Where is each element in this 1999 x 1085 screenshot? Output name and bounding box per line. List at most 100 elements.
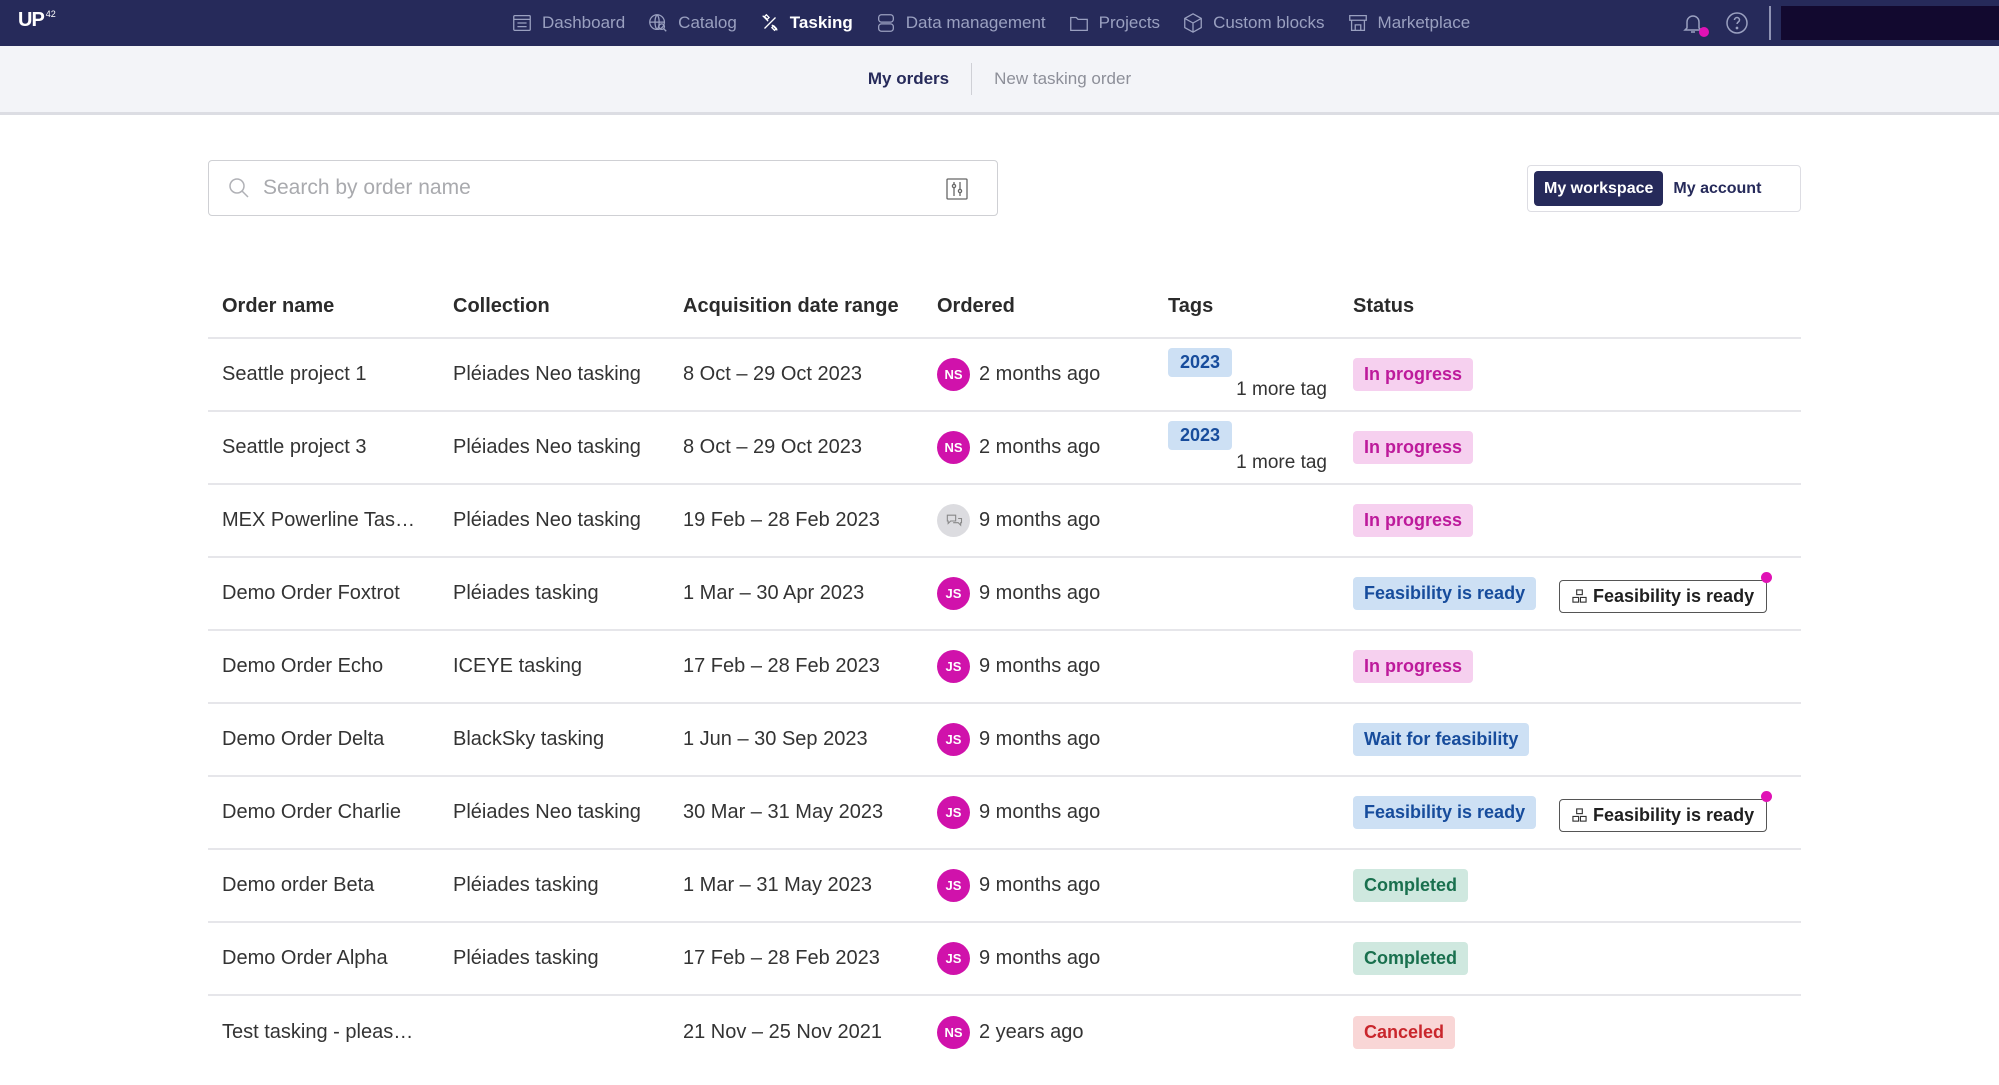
system-avatar: [937, 504, 970, 537]
status-badge: In progress: [1353, 431, 1474, 464]
ordered-time: 2 months ago: [979, 363, 1101, 385]
notification-dot: [1699, 27, 1709, 37]
ordered-time: 9 months ago: [979, 947, 1101, 969]
ordered-cell: 9 months ago: [923, 484, 1154, 558]
nav-item-catalog[interactable]: Catalog: [647, 12, 737, 34]
ordered-time: 9 months ago: [979, 874, 1101, 896]
help-button[interactable]: [1725, 11, 1749, 35]
order-name: Seattle project 1: [208, 338, 439, 412]
order-name: Demo Order Charlie: [208, 776, 439, 850]
status-badge: In progress: [1353, 504, 1474, 537]
main-nav: Dashboard Catalog Tasking Data management Pr…: [511, 0, 1470, 46]
nav-item-dashboard[interactable]: Dashboard: [511, 12, 625, 34]
user-avatar: JS: [937, 942, 970, 975]
user-avatar: JS: [937, 869, 970, 902]
feasibility-blocks-icon: [1572, 808, 1587, 822]
tags-cell: [1154, 849, 1339, 923]
column-header-ordered[interactable]: Ordered: [923, 276, 1154, 339]
cube-icon: [1184, 13, 1202, 33]
nav-item-tasking[interactable]: Tasking: [759, 12, 853, 34]
acquisition-range: 17 Feb – 28 Feb 2023: [669, 630, 923, 704]
account-menu[interactable]: [1781, 6, 1999, 40]
column-header-order-name[interactable]: Order name: [208, 276, 439, 339]
dashboard-icon: [513, 15, 531, 31]
my-account-button[interactable]: My account: [1663, 171, 1771, 206]
tab-new-tasking-order[interactable]: New tasking order: [972, 69, 1153, 89]
user-avatar: NS: [937, 358, 970, 391]
tag-badge[interactable]: 2023: [1168, 348, 1233, 377]
order-name: MEX Powerline Tas…: [208, 484, 439, 558]
acquisition-range: 1 Jun – 30 Sep 2023: [669, 703, 923, 777]
ordered-cell: NS 2 months ago: [923, 411, 1154, 485]
ordered-time: 9 months ago: [979, 582, 1101, 604]
table-row[interactable]: Seattle project 3 Pléiades Neo tasking 8 O…: [208, 411, 1801, 485]
column-header-status[interactable]: Status: [1339, 276, 1801, 339]
user-avatar: JS: [937, 577, 970, 610]
ordered-time: 2 months ago: [979, 436, 1101, 458]
collection: Pléiades tasking: [439, 849, 669, 923]
table-row[interactable]: Demo Order Alpha Pléiades tasking 17 Feb –…: [208, 922, 1801, 996]
tags-cell: 2023 1 more tag: [1154, 411, 1339, 485]
logo-text: UP: [18, 9, 45, 31]
nav-item-label: Data management: [905, 13, 1046, 32]
acquisition-range: 17 Feb – 28 Feb 2023: [669, 922, 923, 996]
column-header-acquisition-date-range[interactable]: Acquisition date range: [669, 276, 923, 339]
column-header-collection[interactable]: Collection: [439, 276, 669, 339]
status-cell: In progress: [1339, 338, 1801, 412]
table-row[interactable]: Demo Order Foxtrot Pléiades tasking 1 Mar …: [208, 557, 1801, 631]
feasibility-blocks-icon: [1572, 589, 1587, 603]
feasibility-ready-button[interactable]: Feasibility is ready: [1559, 791, 1773, 832]
table-row[interactable]: MEX Powerline Tas… Pléiades Neo tasking 19…: [208, 484, 1801, 558]
collection: Pléiades Neo tasking: [439, 411, 669, 485]
nav-item-custom-blocks[interactable]: Custom blocks: [1182, 12, 1325, 34]
notification-dot: [1761, 791, 1773, 802]
user-avatar: NS: [937, 431, 970, 464]
chat-bubbles-icon: [946, 514, 962, 526]
order-name: Demo Order Delta: [208, 703, 439, 777]
status-cell: Canceled: [1339, 995, 1801, 1068]
tab-my-orders[interactable]: My orders: [846, 69, 971, 89]
notifications-button[interactable]: [1681, 11, 1709, 37]
ordered-time: 9 months ago: [979, 728, 1101, 750]
nav-item-label: Catalog: [678, 13, 737, 32]
collection: [439, 995, 669, 1068]
nav-item-projects[interactable]: Projects: [1068, 12, 1160, 34]
tag-badge[interactable]: 2023: [1168, 421, 1233, 450]
more-tags-link[interactable]: 1 more tag: [1168, 379, 1327, 401]
table-row[interactable]: Seattle project 1 Pléiades Neo tasking 8 O…: [208, 338, 1801, 412]
table-row[interactable]: Demo Order Delta BlackSky tasking 1 Jun – …: [208, 703, 1801, 777]
filter-sliders-icon[interactable]: [945, 177, 969, 201]
my-workspace-button[interactable]: My workspace: [1534, 171, 1664, 206]
acquisition-range: 8 Oct – 29 Oct 2023: [669, 411, 923, 485]
tags-cell: [1154, 630, 1339, 704]
table-row[interactable]: Test tasking - pleas… 21 Nov – 25 Nov 202…: [208, 995, 1801, 1068]
collection: Pléiades Neo tasking: [439, 776, 669, 850]
nav-item-marketplace[interactable]: Marketplace: [1347, 12, 1470, 34]
ordered-time: 9 months ago: [979, 801, 1101, 823]
ordered-time: 9 months ago: [979, 655, 1101, 677]
collection: BlackSky tasking: [439, 703, 669, 777]
database-icon: [877, 14, 894, 32]
table-row[interactable]: Demo Order Echo ICEYE tasking 17 Feb – 28 …: [208, 630, 1801, 704]
acquisition-range: 21 Nov – 25 Nov 2021: [683, 1020, 883, 1043]
column-header-tags[interactable]: Tags: [1154, 276, 1339, 339]
search-box: [208, 160, 998, 216]
status-badge: Canceled: [1353, 1015, 1456, 1049]
table-row[interactable]: Demo Order Charlie Pléiades Neo tasking 30…: [208, 776, 1801, 850]
order-name: Seattle project 3: [208, 411, 439, 485]
more-tags-link[interactable]: 1 more tag: [1168, 452, 1327, 474]
search-input[interactable]: [263, 176, 923, 200]
feasibility-ready-button[interactable]: Feasibility is ready: [1559, 572, 1773, 613]
table-row[interactable]: Demo order Beta Pléiades tasking 1 Mar – 3…: [208, 849, 1801, 923]
action-label: Feasibility is ready: [1593, 805, 1755, 825]
up42-logo[interactable]: UP 42: [18, 9, 56, 32]
tags-cell: [1154, 776, 1339, 850]
status-badge: In progress: [1353, 358, 1474, 391]
nav-item-label: Custom blocks: [1213, 13, 1325, 32]
nav-item-data-management[interactable]: Data management: [875, 12, 1046, 34]
status-cell: Completed: [1339, 849, 1801, 923]
tasking-satellite-icon: [761, 13, 778, 32]
ordered-cell: JS 9 months ago: [923, 922, 1154, 996]
collection: ICEYE tasking: [439, 630, 669, 704]
ordered-cell: NS 2 years ago: [923, 995, 1154, 1068]
